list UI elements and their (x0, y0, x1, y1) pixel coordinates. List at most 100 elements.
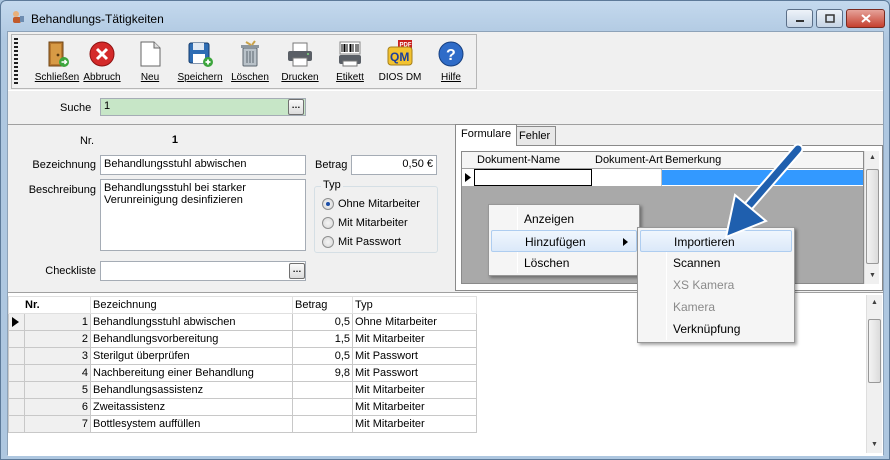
scroll-down-icon[interactable]: ▼ (869, 272, 876, 279)
toolbar-grip[interactable] (14, 38, 18, 86)
table-row[interactable]: 7 Bottlesystem auffüllen Mit Mitarbeiter (8, 415, 477, 433)
row-indicator[interactable] (8, 381, 25, 399)
cell-betrag[interactable]: 9,8 (292, 364, 353, 382)
cell-betrag[interactable]: 1,5 (292, 330, 353, 348)
beschreibung-field[interactable]: Behandlungsstuhl bei starker Verunreinig… (100, 179, 306, 251)
cell-betrag[interactable]: 0,5 (292, 347, 353, 365)
search-lookup-button[interactable]: … (288, 99, 304, 115)
table-row[interactable]: 1 Behandlungsstuhl abwischen 0,5 Ohne Mitar… (8, 313, 477, 331)
cell-bezeichnung[interactable]: Sterilgut überprüfen (90, 347, 293, 365)
betrag-field[interactable]: 0,50 € (351, 155, 437, 175)
label-button[interactable]: Etikett (332, 37, 368, 89)
scroll-up-icon[interactable]: ▲ (869, 154, 876, 161)
documents-cell-art[interactable] (592, 169, 662, 186)
radio-mit-mitarbeiter[interactable]: Mit Mitarbeiter (322, 217, 408, 229)
help-label: Hilfe (440, 72, 461, 83)
checkliste-lookup-button[interactable]: … (289, 263, 305, 279)
cell-typ[interactable]: Mit Passwort (352, 347, 477, 365)
menu-item-hinzufuegen[interactable]: Hinzufügen (491, 230, 637, 252)
close-form-button[interactable]: Schließen (35, 37, 79, 89)
documents-cell-name[interactable] (474, 169, 592, 186)
dios-dm-icon: PDFQM (387, 40, 413, 66)
menu-item-anzeigen[interactable]: Anzeigen (491, 208, 637, 230)
row-indicator[interactable] (8, 330, 25, 348)
cell-betrag[interactable] (292, 415, 353, 433)
maximize-button[interactable] (816, 9, 843, 28)
activities-scrollbar[interactable]: ▲ ▼ (866, 295, 882, 453)
header-bezeichnung[interactable]: Bezeichnung (90, 296, 293, 314)
scroll-thumb[interactable] (868, 319, 881, 383)
help-button[interactable]: ? Hilfe (432, 37, 470, 89)
cell-bezeichnung[interactable]: Behandlungsvorbereitung (90, 330, 293, 348)
cell-nr[interactable]: 5 (23, 381, 92, 399)
close-button[interactable] (846, 9, 885, 28)
header-nr[interactable]: Nr. (8, 296, 91, 314)
cell-typ[interactable]: Mit Mitarbeiter (352, 381, 477, 399)
menu-item-loeschen[interactable]: Löschen (491, 252, 637, 274)
cell-typ[interactable]: Mit Passwort (352, 364, 477, 382)
cell-nr[interactable]: 4 (23, 364, 92, 382)
title-bar[interactable]: Behandlungs-Tätigkeiten (1, 1, 889, 31)
row-indicator[interactable] (8, 313, 25, 331)
search-input[interactable]: 1 (100, 98, 306, 116)
row-indicator[interactable] (8, 415, 25, 433)
tab-formulare[interactable]: Formulare (455, 124, 518, 146)
radio-mit-passwort[interactable]: Mit Passwort (322, 236, 401, 248)
cell-bezeichnung[interactable]: Zweitassistenz (90, 398, 293, 416)
header-betrag[interactable]: Betrag (292, 296, 353, 314)
row-indicator[interactable] (8, 398, 25, 416)
checkliste-field[interactable] (100, 261, 306, 281)
cell-bezeichnung[interactable]: Nachbereitung einer Behandlung (90, 364, 293, 382)
menu-item-verknuepfung[interactable]: Verknüpfung (640, 318, 792, 340)
table-row[interactable]: 5 Behandlungsassistenz Mit Mitarbeiter (8, 381, 477, 399)
table-row[interactable]: 2 Behandlungsvorbereitung 1,5 Mit Mitarbeit… (8, 330, 477, 348)
row-indicator[interactable] (8, 364, 25, 382)
cell-betrag[interactable]: 0,5 (292, 313, 353, 331)
delete-button[interactable]: Löschen (230, 37, 270, 89)
new-label: Neu (140, 72, 160, 83)
menu-item-scannen[interactable]: Scannen (640, 252, 792, 274)
column-dokument-art[interactable]: Dokument-Art (595, 154, 663, 166)
cell-nr[interactable]: 3 (23, 347, 92, 365)
save-button[interactable]: Speichern (177, 37, 223, 89)
cell-nr[interactable]: 6 (23, 398, 92, 416)
cell-nr[interactable]: 2 (23, 330, 92, 348)
scroll-down-icon[interactable]: ▼ (871, 441, 878, 448)
typ-label: Typ (321, 179, 343, 191)
scroll-thumb[interactable] (866, 169, 879, 264)
column-dokument-name[interactable]: Dokument-Name (477, 154, 560, 166)
column-bemerkung[interactable]: Bemerkung (665, 154, 721, 166)
cancel-button[interactable]: Abbruch (80, 37, 124, 89)
bezeichnung-field[interactable]: Behandlungsstuhl abwischen (100, 155, 306, 175)
tab-fehler[interactable]: Fehler (513, 126, 557, 146)
print-button[interactable]: Drucken (279, 37, 321, 89)
cell-typ[interactable]: Mit Mitarbeiter (352, 398, 477, 416)
table-row[interactable]: 4 Nachbereitung einer Behandlung 9,8 Mit Pa… (8, 364, 477, 382)
bezeichnung-label: Bezeichnung (32, 159, 96, 171)
cell-bezeichnung[interactable]: Behandlungsassistenz (90, 381, 293, 399)
cell-bezeichnung[interactable]: Behandlungsstuhl abwischen (90, 313, 293, 331)
radio-ohne-mitarbeiter[interactable]: Ohne Mitarbeiter (322, 198, 420, 210)
barcode-label-icon (339, 41, 361, 67)
cell-typ[interactable]: Ohne Mitarbeiter (352, 313, 477, 331)
table-row[interactable]: 6 Zweitassistenz Mit Mitarbeiter (8, 398, 477, 416)
minimize-button[interactable] (786, 9, 813, 28)
dios-dm-button[interactable]: PDF QM DIOS DM (376, 37, 424, 89)
maximize-icon (824, 14, 835, 23)
header-typ[interactable]: Typ (352, 296, 477, 314)
documents-scrollbar[interactable]: ▲ ▼ (864, 151, 879, 284)
menu-item-kamera: Kamera (673, 300, 716, 314)
cell-typ[interactable]: Mit Mitarbeiter (352, 330, 477, 348)
cell-bezeichnung[interactable]: Bottlesystem auffüllen (90, 415, 293, 433)
table-row[interactable]: 3 Sterilgut überprüfen 0,5 Mit Passwort (8, 347, 477, 365)
scroll-up-icon[interactable]: ▲ (871, 299, 878, 306)
new-button[interactable]: Neu (131, 37, 169, 89)
row-indicator-icon (12, 317, 19, 327)
cell-nr[interactable]: 7 (23, 415, 92, 433)
cell-betrag[interactable] (292, 381, 353, 399)
cell-typ[interactable]: Mit Mitarbeiter (352, 415, 477, 433)
svg-text:?: ? (446, 47, 456, 64)
cell-betrag[interactable] (292, 398, 353, 416)
cell-nr[interactable]: 1 (23, 313, 92, 331)
row-indicator[interactable] (8, 347, 25, 365)
